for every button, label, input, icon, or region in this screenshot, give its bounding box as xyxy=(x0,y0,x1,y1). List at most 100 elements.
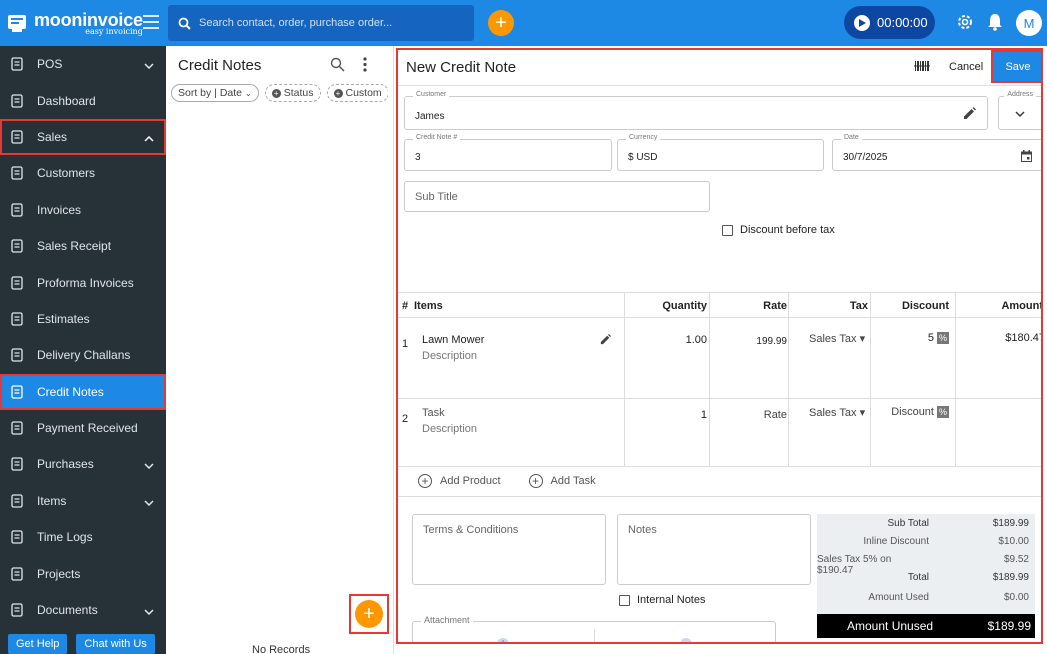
chevron-up-icon[interactable] xyxy=(144,131,154,145)
sidebar-item-invoices[interactable]: Invoices xyxy=(0,192,166,228)
cancel-button[interactable]: Cancel xyxy=(949,61,983,73)
sidebar-item-sales[interactable]: Sales xyxy=(0,118,166,156)
sidebar-item-label: Customers xyxy=(37,166,96,181)
discount-value[interactable]: 5% xyxy=(928,332,949,344)
receipt-icon xyxy=(8,237,26,255)
item-description[interactable]: Description xyxy=(422,350,477,362)
sidebar-item-credit-notes[interactable]: Credit Notes xyxy=(0,373,166,410)
more-vert-icon[interactable] xyxy=(362,57,368,72)
add-attachment-icon[interactable]: + xyxy=(497,638,509,642)
quick-add-button[interactable]: + xyxy=(488,10,514,36)
status-filter-chip[interactable]: + Status xyxy=(264,84,321,102)
rate-value[interactable]: 199.99 xyxy=(756,336,787,347)
address-dropdown[interactable]: Address xyxy=(998,91,1041,130)
chat-button[interactable]: Chat with Us xyxy=(76,634,155,654)
chevron-down-icon[interactable] xyxy=(144,495,154,509)
global-search[interactable] xyxy=(168,5,474,41)
sidebar-item-label: Items xyxy=(37,493,67,508)
sidebar-item-delivery-challans[interactable]: Delivery Challans xyxy=(0,337,166,373)
item-name[interactable]: Lawn Mower xyxy=(422,334,484,346)
chevron-down-icon[interactable] xyxy=(144,458,154,472)
new-credit-note-form: New Credit Note Cancel Save Customer Jam… xyxy=(396,48,1043,644)
sidebar-item-time-logs[interactable]: Time Logs xyxy=(0,519,166,555)
sidebar-item-payment-received[interactable]: Payment Received xyxy=(0,410,166,446)
credit-note-number-field[interactable]: Credit Note # 3 xyxy=(404,134,612,171)
terms-conditions-field[interactable]: Terms & Conditions xyxy=(412,514,606,585)
add-task-button[interactable]: + Add Task xyxy=(528,474,596,488)
discount-before-tax-checkbox[interactable]: Discount before tax xyxy=(722,224,835,236)
sidebar-item-purchases[interactable]: Purchases xyxy=(0,446,166,482)
customer-field[interactable]: Customer James xyxy=(404,91,988,130)
checkbox-icon xyxy=(619,594,630,606)
table-row[interactable]: 1 Lawn Mower Description 1.00 199.99 Sal… xyxy=(398,318,1041,399)
app-logo[interactable]: mooninvoice easy invoicing xyxy=(0,0,166,46)
sort-chip[interactable]: Sort by | Date ⌄ xyxy=(171,84,259,102)
sidebar-item-projects[interactable]: Projects xyxy=(0,555,166,591)
plus-icon: + xyxy=(355,600,383,628)
sidebar: POS Dashboard Sales Customers Invoices Sales … xyxy=(0,46,166,654)
search-icon xyxy=(178,17,191,30)
document-icon xyxy=(8,601,26,619)
purchase-icon xyxy=(8,455,26,473)
subtitle-field[interactable]: Sub Title xyxy=(404,181,710,212)
total-value: $189.99 xyxy=(992,572,1029,583)
percent-toggle[interactable]: % xyxy=(936,406,949,418)
sidebar-item-label: Proforma Invoices xyxy=(37,275,134,290)
save-button[interactable]: Save xyxy=(991,50,1041,83)
table-row[interactable]: 2 Task Description 1 Rate Sales Tax ▾ Di… xyxy=(398,399,1041,467)
empty-state-text: No Records xyxy=(252,644,311,654)
tax-select[interactable]: Sales Tax ▾ xyxy=(809,332,865,345)
sidebar-item-label: Dashboard xyxy=(37,93,96,108)
gear-icon[interactable] xyxy=(955,12,975,32)
chevron-down-icon[interactable] xyxy=(144,58,154,72)
sidebar-item-pos[interactable]: POS xyxy=(0,46,166,82)
notes-field[interactable]: Notes xyxy=(617,514,811,585)
barcode-scan-icon[interactable] xyxy=(914,59,930,73)
discount-value[interactable]: Discount% xyxy=(891,406,949,418)
sidebar-item-documents[interactable]: Documents xyxy=(0,592,166,628)
document-attachment-icon[interactable] xyxy=(680,638,692,642)
rate-value[interactable]: Rate xyxy=(764,409,787,421)
chevron-down-icon[interactable] xyxy=(144,604,154,618)
sidebar-item-estimates[interactable]: Estimates xyxy=(0,301,166,337)
add-credit-note-button[interactable]: + xyxy=(349,594,389,634)
sidebar-item-sales-receipt[interactable]: Sales Receipt xyxy=(0,228,166,264)
payment-icon xyxy=(8,419,26,437)
chevron-down-icon: ⌄ xyxy=(245,88,252,98)
sidebar-item-dashboard[interactable]: Dashboard xyxy=(0,82,166,118)
calendar-icon[interactable] xyxy=(1021,150,1032,162)
sidebar-item-label: Purchases xyxy=(37,457,94,472)
timer-button[interactable]: 00:00:00 xyxy=(844,6,935,39)
add-product-button[interactable]: + Add Product xyxy=(418,474,501,488)
percent-toggle[interactable]: % xyxy=(936,332,949,344)
get-help-button[interactable]: Get Help xyxy=(8,634,68,654)
sidebar-item-customers[interactable]: Customers xyxy=(0,155,166,191)
edit-pencil-icon[interactable] xyxy=(600,334,611,345)
avatar[interactable]: M xyxy=(1016,10,1042,36)
menu-icon[interactable] xyxy=(143,15,159,29)
attachment-area[interactable]: Attachment + xyxy=(412,615,776,642)
home-icon xyxy=(8,92,26,110)
sidebar-item-proforma-invoices[interactable]: Proforma Invoices xyxy=(0,264,166,300)
search-input[interactable] xyxy=(199,17,469,29)
item-description[interactable]: Description xyxy=(422,423,477,435)
bell-icon[interactable] xyxy=(987,13,1003,31)
estimate-icon xyxy=(8,310,26,328)
internal-notes-checkbox[interactable]: Internal Notes xyxy=(619,594,705,606)
sidebar-item-items[interactable]: Items xyxy=(0,483,166,519)
chevron-down-icon xyxy=(1015,111,1025,117)
tax-select[interactable]: Sales Tax ▾ xyxy=(809,406,865,419)
credit-notes-list-panel: Credit Notes Sort by | Date ⌄ + Status + Cu… xyxy=(166,46,394,654)
customer-filter-chip[interactable]: + Custom xyxy=(326,84,388,102)
item-name[interactable]: Task xyxy=(422,407,445,419)
sidebar-item-label: Time Logs xyxy=(37,530,93,545)
search-icon[interactable] xyxy=(330,57,345,72)
amount-used-value: $0.00 xyxy=(1003,592,1029,603)
proforma-icon xyxy=(8,274,26,292)
inline-discount-value: $10.00 xyxy=(998,536,1029,547)
quantity-value[interactable]: 1 xyxy=(701,409,707,421)
edit-pencil-icon[interactable] xyxy=(963,107,976,120)
quantity-value[interactable]: 1.00 xyxy=(686,334,707,346)
date-field[interactable]: Date 30/7/2025 xyxy=(832,134,1041,171)
currency-field[interactable]: Currency $ USD xyxy=(617,134,824,171)
